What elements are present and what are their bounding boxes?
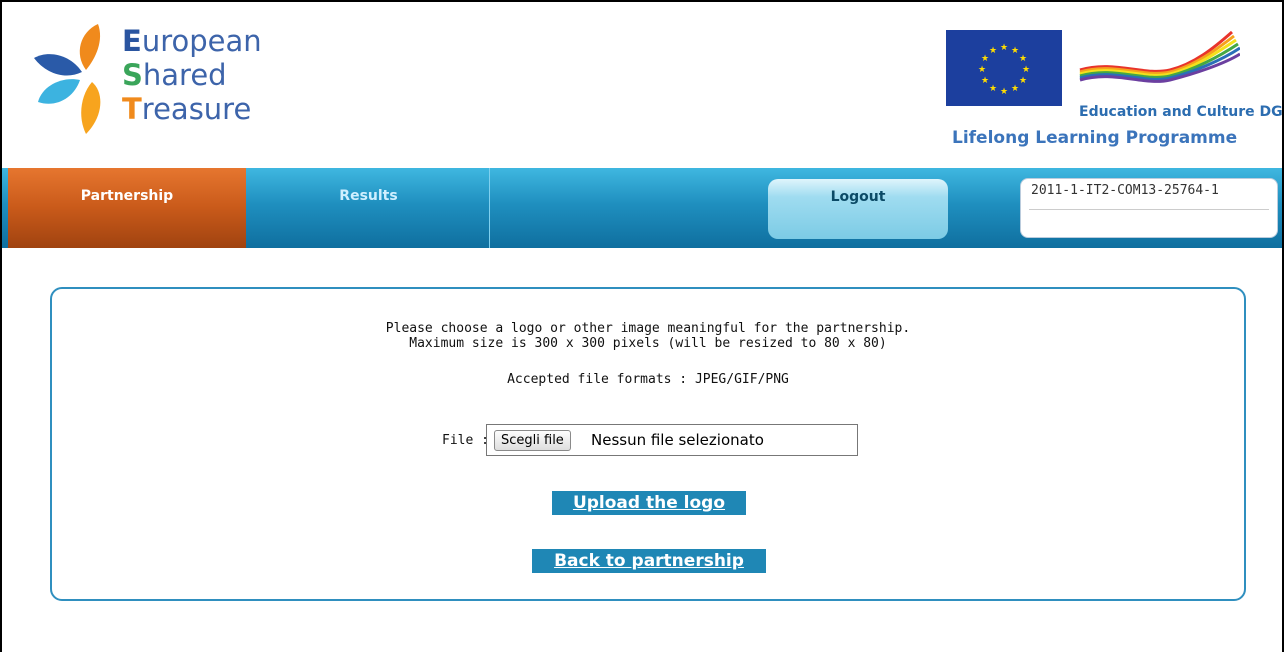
svg-text:★: ★ [1000, 43, 1008, 53]
european-shared-treasure-logo[interactable]: European Shared Treasure [30, 20, 290, 160]
svg-text:★: ★ [1022, 65, 1030, 75]
svg-text:★: ★ [978, 65, 986, 75]
file-input[interactable]: Scegli file Nessun file selezionato [486, 424, 858, 456]
tab-results[interactable]: Results [248, 168, 490, 248]
no-file-selected-text: Nessun file selezionato [591, 431, 764, 449]
tab-partnership[interactable]: Partnership [8, 168, 246, 248]
svg-text:★: ★ [1011, 46, 1019, 56]
svg-text:★: ★ [1019, 76, 1027, 86]
svg-text:★: ★ [1019, 54, 1027, 64]
file-label: File : [442, 433, 489, 448]
svg-text:★: ★ [989, 84, 997, 94]
eu-flag-icon: ★ ★ ★ ★ ★ ★ ★ ★ ★ ★ ★ ★ [946, 30, 1062, 106]
back-to-partnership-button[interactable]: Back to partnership [532, 549, 766, 573]
rainbow-swoosh-icon [1079, 30, 1240, 83]
logo-word-treasure: Treasure [122, 92, 252, 126]
svg-text:★: ★ [981, 76, 989, 86]
project-id-box: 2011-1-IT2-COM13-25764-1 [1020, 178, 1278, 238]
instruction-line-2: Maximum size is 300 x 300 pixels (will b… [409, 336, 887, 351]
upload-logo-button[interactable]: Upload the logo [552, 491, 746, 515]
header: European Shared Treasure ★ ★ ★ ★ ★ ★ ★ ★ [2, 2, 1282, 168]
project-box-divider [1029, 209, 1269, 210]
svg-text:★: ★ [989, 46, 997, 56]
project-code: 2011-1-IT2-COM13-25764-1 [1031, 183, 1219, 198]
choose-file-button[interactable]: Scegli file [494, 430, 571, 451]
svg-text:★: ★ [1011, 84, 1019, 94]
petals-icon [34, 24, 101, 134]
svg-text:★: ★ [1000, 87, 1008, 97]
svg-text:★: ★ [981, 54, 989, 64]
logout-button[interactable]: Logout [768, 179, 948, 239]
education-culture-dg-label: Education and Culture DG [1079, 104, 1283, 120]
logo-word-shared: Shared [122, 58, 227, 92]
upload-logo-panel: Please choose a logo or other image mean… [50, 287, 1246, 601]
logo-text: European Shared Treasure [122, 24, 262, 126]
page-frame: European Shared Treasure ★ ★ ★ ★ ★ ★ ★ ★ [0, 0, 1284, 652]
instruction-line-1: Please choose a logo or other image mean… [385, 321, 911, 336]
eu-programme-logo: ★ ★ ★ ★ ★ ★ ★ ★ ★ ★ ★ ★ Education and Cu… [946, 30, 1282, 162]
logo-word-european: European [122, 24, 262, 58]
accepted-formats-text: Accepted file formats : JPEG/GIF/PNG [507, 372, 789, 387]
lifelong-learning-programme-label: Lifelong Learning Programme [952, 128, 1238, 148]
